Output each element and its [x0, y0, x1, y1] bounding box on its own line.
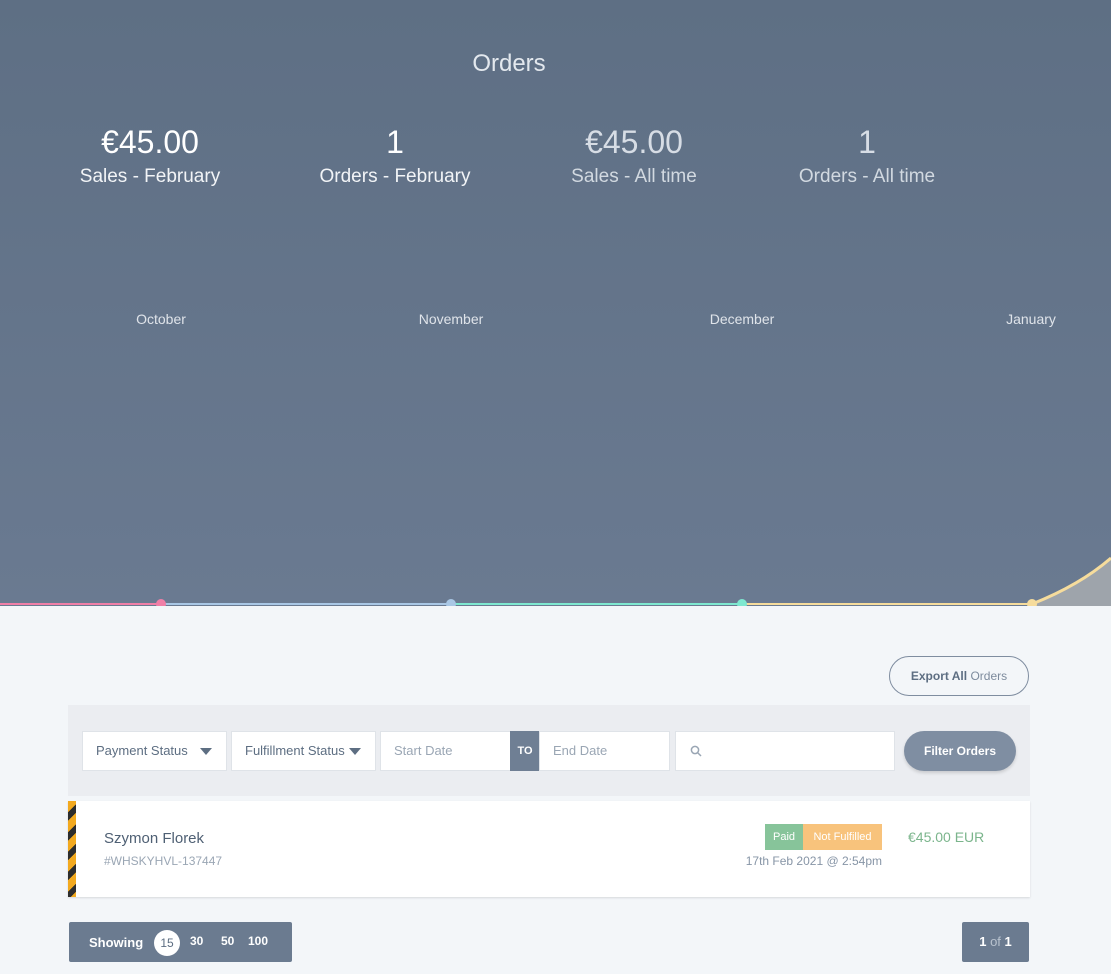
showing-label: Showing: [89, 935, 144, 950]
filter-bar: Payment Status Fulfillment Status Start …: [68, 705, 1030, 796]
order-status-stripe: [68, 801, 76, 897]
chart-point-january[interactable]: [1027, 599, 1037, 606]
chart-point-november[interactable]: [446, 599, 456, 606]
caret-down-icon: [200, 748, 212, 755]
filter-orders-button[interactable]: Filter Orders: [904, 731, 1016, 771]
search-icon: [690, 745, 702, 757]
customer-name: Szymon Florek: [104, 830, 205, 847]
order-row[interactable]: Szymon Florek #WHSKYHVL-137447 Paid Not …: [68, 801, 1030, 897]
search-input[interactable]: [675, 731, 895, 771]
orders-hero: Orders €45.00 Sales - February 1 Orders …: [0, 0, 1111, 606]
per-page-option-15[interactable]: 15: [154, 930, 180, 956]
order-amount: €45.00 EUR: [908, 829, 985, 845]
per-page-option-30[interactable]: 30: [190, 934, 203, 948]
page-indicator[interactable]: 1 of 1: [962, 922, 1029, 962]
total-pages: 1: [1004, 934, 1012, 949]
order-id: #WHSKYHVL-137447: [104, 854, 223, 868]
sales-chart: [0, 556, 1111, 606]
chart-point-december[interactable]: [737, 599, 747, 606]
page-of-label: of: [990, 934, 1001, 949]
chart-point-october[interactable]: [156, 599, 166, 606]
per-page-option-50[interactable]: 50: [221, 934, 234, 948]
date-range-to-label: TO: [510, 731, 540, 771]
payment-status-label: Payment Status: [96, 743, 188, 758]
order-date: 17th Feb 2021 @ 2:54pm: [745, 854, 882, 868]
fulfillment-status-label: Fulfillment Status: [245, 743, 345, 758]
export-label-light: Orders: [970, 669, 1008, 683]
per-page-option-100[interactable]: 100: [248, 934, 268, 948]
payment-status-badge: Paid: [765, 824, 803, 850]
end-date-input[interactable]: End Date: [539, 731, 670, 771]
fulfillment-status-select[interactable]: Fulfillment Status: [231, 731, 376, 771]
current-page: 1: [979, 934, 987, 949]
per-page-selector: Showing 15 30 50 100: [69, 922, 292, 962]
caret-down-icon: [349, 748, 361, 755]
fulfillment-status-badge: Not Fulfilled: [803, 824, 882, 850]
payment-status-select[interactable]: Payment Status: [82, 731, 227, 771]
export-label-bold: Export All: [910, 669, 968, 683]
export-all-orders-button[interactable]: Export All Orders: [889, 656, 1029, 696]
start-date-input[interactable]: Start Date: [380, 731, 511, 771]
